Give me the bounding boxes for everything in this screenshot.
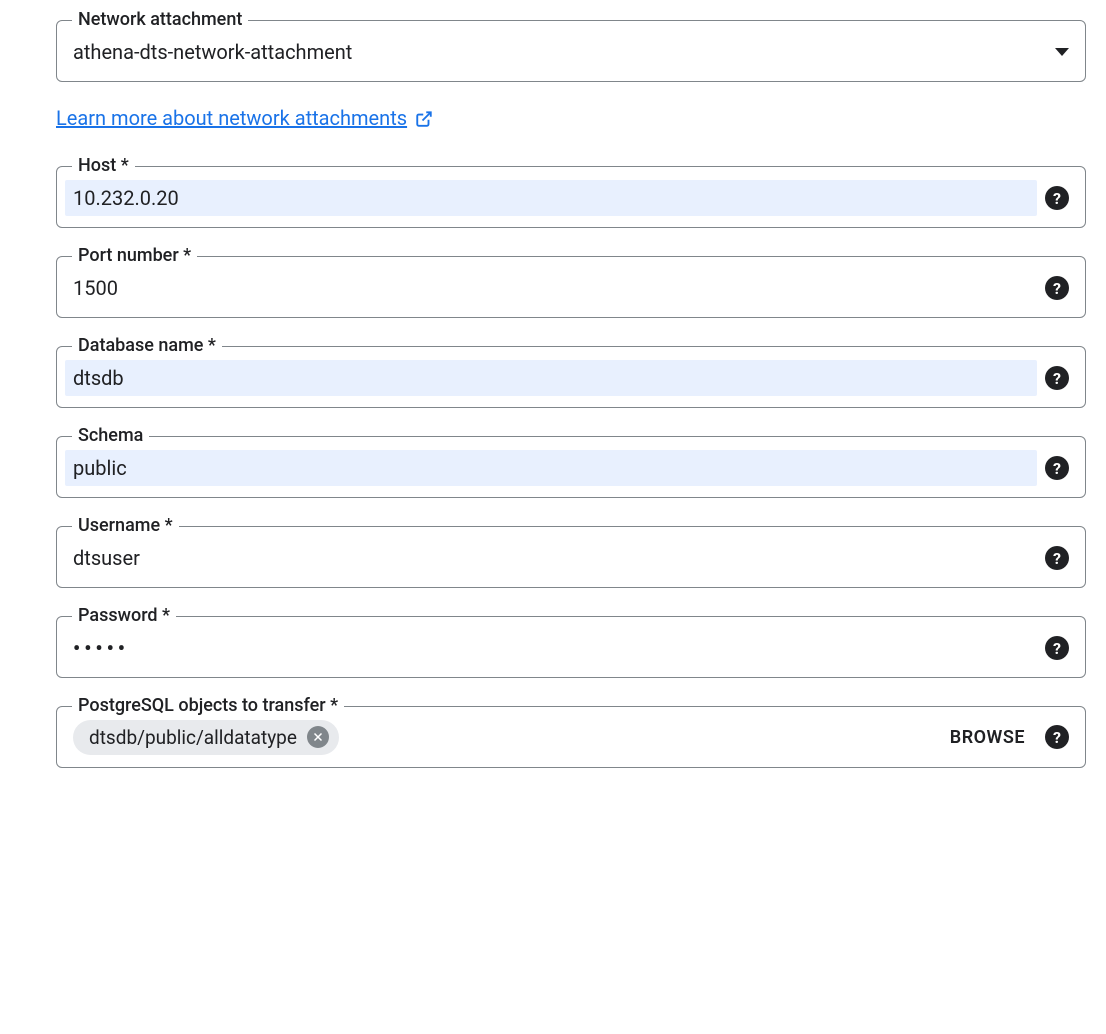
password-field: Password * ••••• ? <box>56 616 1086 678</box>
schema-field: Schema public ? <box>56 436 1086 498</box>
objects-field: PostgreSQL objects to transfer * dtsdb/p… <box>56 706 1086 768</box>
database-label: Database name * <box>72 335 222 356</box>
help-icon[interactable]: ? <box>1045 366 1069 390</box>
help-icon[interactable]: ? <box>1045 636 1069 660</box>
browse-button[interactable]: BROWSE <box>950 727 1025 748</box>
database-input[interactable]: dtsdb <box>65 360 1037 396</box>
host-box: 10.232.0.20 ? <box>56 166 1086 228</box>
network-attachment-field: Network attachment athena-dts-network-at… <box>56 20 1086 82</box>
network-attachment-value: athena-dts-network-attachment <box>73 40 1043 64</box>
port-box: 1500 ? <box>56 256 1086 318</box>
external-link-icon <box>415 109 433 127</box>
host-field: Host * 10.232.0.20 ? <box>56 166 1086 228</box>
username-box: dtsuser ? <box>56 526 1086 588</box>
chevron-down-icon <box>1055 48 1069 56</box>
schema-label: Schema <box>72 425 149 446</box>
password-input[interactable]: ••••• <box>73 636 1029 660</box>
password-label: Password * <box>72 605 176 626</box>
username-label: Username * <box>72 515 179 536</box>
objects-label: PostgreSQL objects to transfer * <box>72 695 344 716</box>
network-attachment-label: Network attachment <box>72 9 248 30</box>
schema-box: public ? <box>56 436 1086 498</box>
object-chip-text: dtsdb/public/alldatatype <box>89 726 297 749</box>
help-icon[interactable]: ? <box>1045 276 1069 300</box>
help-icon[interactable]: ? <box>1045 186 1069 210</box>
help-icon[interactable]: ? <box>1045 725 1069 749</box>
password-box: ••••• ? <box>56 616 1086 678</box>
port-input[interactable]: 1500 <box>73 276 1029 300</box>
host-input[interactable]: 10.232.0.20 <box>65 180 1037 216</box>
username-input[interactable]: dtsuser <box>73 546 1029 570</box>
schema-input[interactable]: public <box>65 450 1037 486</box>
help-icon[interactable]: ? <box>1045 456 1069 480</box>
learn-more-text: Learn more about network attachments <box>56 106 407 130</box>
port-field: Port number * 1500 ? <box>56 256 1086 318</box>
database-field: Database name * dtsdb ? <box>56 346 1086 408</box>
learn-more-link[interactable]: Learn more about network attachments <box>56 106 433 130</box>
port-label: Port number * <box>72 245 197 266</box>
learn-more-row: Learn more about network attachments <box>56 106 1086 130</box>
help-icon[interactable]: ? <box>1045 546 1069 570</box>
object-chip: dtsdb/public/alldatatype <box>73 720 339 755</box>
close-icon[interactable] <box>307 726 329 748</box>
host-label: Host * <box>72 155 135 176</box>
username-field: Username * dtsuser ? <box>56 526 1086 588</box>
